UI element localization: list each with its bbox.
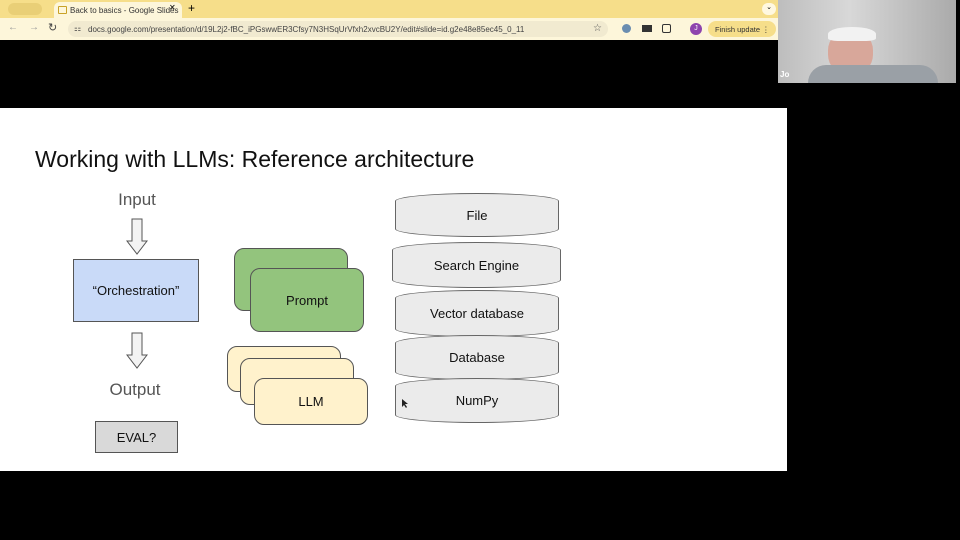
participant-cap [828,27,876,41]
url-text: docs.google.com/presentation/d/19L2j2-fB… [88,25,525,34]
down-arrow-icon [126,218,148,255]
tab-title: Back to basics - Google Slides [70,6,179,15]
new-tab-button[interactable]: + [188,1,195,15]
tab-bar: Back to basics - Google Slides ✕ + ⌄ [0,0,778,18]
orchestration-box: “Orchestration” [73,259,199,322]
finish-update-label: Finish update [715,25,761,34]
eval-box: EVAL? [95,421,178,453]
extension-icon[interactable] [622,24,631,33]
bookmark-star-icon[interactable]: ☆ [593,23,602,34]
search-engine-cylinder: Search Engine [392,242,561,288]
url-field[interactable]: ⚏ docs.google.com/presentation/d/19L2j2-… [68,21,608,37]
forward-icon[interactable]: → [29,22,39,33]
input-label: Input [118,190,156,209]
slide-canvas: Working with LLMs: Reference architectur… [0,108,787,471]
vector-database-cylinder: Vector database [395,290,559,337]
down-arrow-icon [126,332,148,369]
output-label: Output [109,380,161,399]
slide-title: Working with LLMs: Reference architectur… [35,146,475,172]
participant-name: Jo [780,70,790,79]
mouse-cursor-icon [402,399,408,408]
slides-icon [58,6,67,14]
participant-video: Jo [778,0,956,83]
participant-shirt [808,65,938,83]
back-icon[interactable]: ← [8,22,18,33]
prompt-card: Prompt [250,268,364,332]
finish-update-button[interactable]: Finish update ⋮ [708,21,776,37]
extensions-puzzle-icon[interactable] [662,24,671,33]
media-icon[interactable] [642,25,652,32]
numpy-cylinder: NumPy [395,378,559,423]
file-store-cylinder: File [395,193,559,237]
tab-search-chevron-icon[interactable]: ⌄ [762,3,776,15]
database-cylinder: Database [395,335,559,380]
llm-card: LLM [254,378,368,425]
tab-active[interactable]: Back to basics - Google Slides [54,2,182,18]
site-info-icon[interactable]: ⚏ [74,24,81,33]
reload-icon[interactable]: ↻ [48,21,57,34]
tab-group-button[interactable] [8,3,42,15]
close-tab-button[interactable]: ✕ [169,3,176,12]
profile-avatar[interactable]: J [690,23,702,35]
